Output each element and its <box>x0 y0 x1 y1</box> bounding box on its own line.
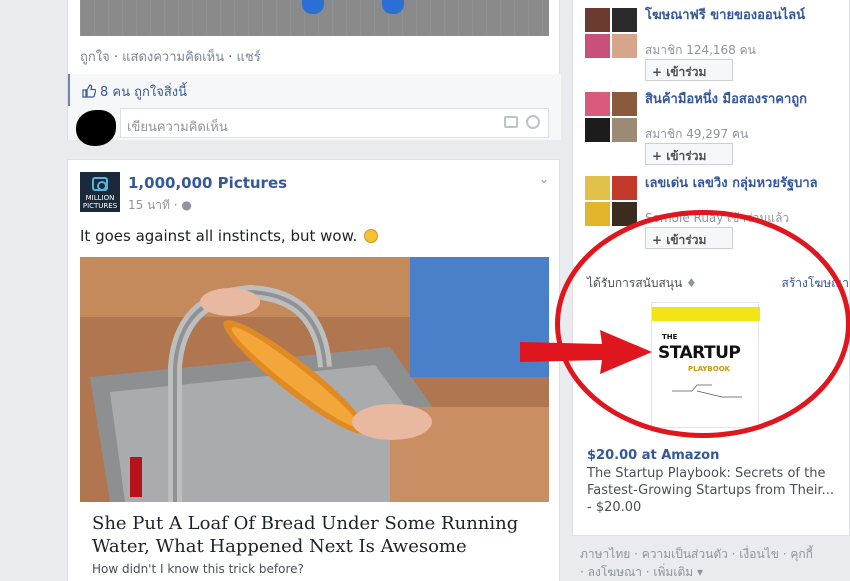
member-thumbnail <box>612 118 637 142</box>
footer-links-line-1[interactable]: ภาษาไทย · ความเป็นส่วนตัว · เงื่อนไข · ค… <box>580 545 850 563</box>
separator: · <box>113 50 123 65</box>
ad-description[interactable]: The Startup Playbook: Secrets of the Fas… <box>587 465 837 516</box>
post-image[interactable] <box>80 0 549 36</box>
comment-placeholder: เขียนความคิดเห็น <box>127 120 228 135</box>
chevron-down-icon[interactable]: ⌄ <box>539 172 549 186</box>
group-member-count: สมาชิก 49,297 คน <box>645 127 749 141</box>
member-thumbnail <box>612 8 637 32</box>
shoe-decoration <box>382 0 404 14</box>
book-subtitle: PLAYBOOK <box>688 365 731 373</box>
ad-price-link[interactable]: $20.00 at Amazon <box>587 448 719 463</box>
group-thumbnails[interactable] <box>585 176 639 226</box>
video-thumbnail[interactable] <box>80 257 549 502</box>
comment-composer: เขียนความคิดเห็น <box>68 106 561 146</box>
create-ad-link[interactable]: สร้างโฆษณา <box>782 274 850 293</box>
post-actions: ถูกใจ · แสดงความคิดเห็น · แชร์ <box>80 46 261 67</box>
member-thumbnail <box>585 8 610 32</box>
link-title[interactable]: She Put A Loaf Of Bread Under Some Runni… <box>92 512 532 558</box>
join-group-button[interactable]: + เข้าร่วม <box>645 59 733 81</box>
group-thumbnails[interactable] <box>585 92 639 142</box>
member-thumbnail <box>612 92 637 116</box>
page-logo-text: MILLION PICTURES <box>82 194 118 210</box>
previous-post: ถูกใจ · แสดงความคิดเห็น · แชร์ 8 คน ถูกใ… <box>67 0 561 146</box>
member-thumbnail <box>585 92 610 116</box>
group-suggestion: สินค้ามือหนึ่ง มือสองราคาถูก สมาชิก 49,2… <box>585 92 845 172</box>
join-group-button[interactable]: + เข้าร่วม <box>645 227 733 249</box>
comment-input[interactable]: เขียนความคิดเห็น <box>120 108 549 138</box>
right-sidebar: โฆษณาฟรี ขายของออนไลน์ สมาชิก 124,168 คน… <box>572 0 850 536</box>
timestamp-text[interactable]: 15 นาที <box>128 198 170 212</box>
post-timestamp: 15 นาที · ● <box>128 198 192 212</box>
likes-summary[interactable]: 8 คน ถูกใจสิ่งนี้ <box>68 74 561 106</box>
group-suggestion: โฆษณาฟรี ขายของออนไลน์ สมาชิก 124,168 คน… <box>585 8 845 88</box>
avatar[interactable] <box>76 110 116 146</box>
share-link[interactable]: แชร์ <box>237 50 261 65</box>
emoji-icon[interactable] <box>526 115 540 129</box>
member-thumbnail <box>585 176 610 200</box>
group-suggestion: เลขเด่น เลขวิง กลุ่มหวยรัฐบาล Somole Rua… <box>585 176 845 256</box>
shoe-decoration <box>302 0 324 14</box>
group-member-count: Somole Ruay เข้าร่วมแล้ว <box>645 211 790 225</box>
group-member-count: สมาชิก 124,168 คน <box>645 43 756 57</box>
feed-post: MILLION PICTURES 1,000,000 Pictures 15 น… <box>67 159 560 581</box>
join-group-button[interactable]: + เข้าร่วม <box>645 143 733 165</box>
separator: · <box>228 50 237 65</box>
member-thumbnail <box>585 34 610 58</box>
ad-image-book-cover[interactable]: THE STARTUP PLAYBOOK <box>651 302 760 428</box>
surprised-emoji-icon <box>364 229 379 243</box>
post-message-text: It goes against all instincts, but wow. <box>80 227 358 245</box>
group-name-link[interactable]: สินค้ามือหนึ่ง มือสองราคาถูก <box>645 92 845 108</box>
faucet-bread-scene <box>80 257 549 502</box>
post-message: It goes against all instincts, but wow. <box>80 227 379 245</box>
ad-info-icon[interactable]: ♦ <box>686 276 697 290</box>
page-name-link[interactable]: 1,000,000 Pictures <box>128 174 287 192</box>
group-name-link[interactable]: เลขเด่น เลขวิง กลุ่มหวยรัฐบาล <box>645 176 845 192</box>
thumbs-up-icon <box>82 84 96 98</box>
camera-icon[interactable] <box>504 116 518 128</box>
camera-logo-icon <box>92 177 108 191</box>
member-thumbnail <box>585 202 610 226</box>
comment-link[interactable]: แสดงความคิดเห็น <box>122 50 224 65</box>
page-avatar[interactable]: MILLION PICTURES <box>80 172 120 212</box>
member-thumbnail <box>612 202 637 226</box>
book-cover-graphic <box>672 384 742 398</box>
sponsored-heading: ได้รับการสนับสนุน ♦ <box>587 274 697 293</box>
sponsored-label: ได้รับการสนับสนุน <box>587 276 683 290</box>
likes-text: 8 คน ถูกใจสิ่งนี้ <box>100 85 187 100</box>
footer-links-line-2[interactable]: · ลงโฆษณา · เพิ่มเติม ▾ <box>580 563 850 581</box>
book-cover-band <box>652 307 760 321</box>
member-thumbnail <box>612 34 637 58</box>
member-thumbnail <box>585 118 610 142</box>
group-name-link[interactable]: โฆษณาฟรี ขายของออนไลน์ <box>645 8 845 24</box>
member-thumbnail <box>612 176 637 200</box>
link-description: How didn't I know this trick before? <box>92 562 304 576</box>
sidebar-footer: ภาษาไทย · ความเป็นส่วนตัว · เงื่อนไข · ค… <box>580 545 850 581</box>
book-title: STARTUP <box>658 343 741 363</box>
globe-icon: ● <box>181 198 192 212</box>
book-title-top: THE <box>662 333 678 341</box>
like-link[interactable]: ถูกใจ <box>80 50 110 65</box>
group-thumbnails[interactable] <box>585 8 639 58</box>
